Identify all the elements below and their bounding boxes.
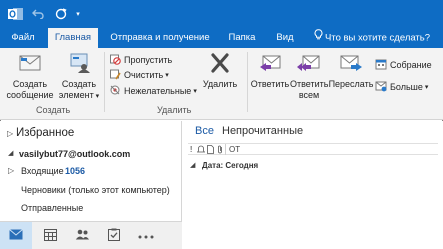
from-column-header[interactable]: ОТ [229, 145, 240, 154]
chevron-down-icon: ◢ [190, 162, 196, 169]
delete-label: Удалить [202, 79, 238, 89]
reply-label: Ответить [250, 79, 290, 89]
reminder-column-icon[interactable] [196, 145, 206, 156]
new-message-label-2: сообщение [6, 90, 54, 100]
filter-all[interactable]: Все [195, 125, 214, 137]
clean-up-label: Очистить [124, 69, 164, 80]
sync-icon[interactable] [50, 5, 72, 23]
sent-label: Отправленные [21, 203, 84, 213]
outlook-logo-icon [6, 5, 26, 23]
undo-icon[interactable] [28, 5, 48, 23]
people-icon [75, 229, 90, 242]
favorites-label: Избранное [16, 127, 75, 139]
favorites-header[interactable]: ▷ Избранное [0, 127, 182, 143]
drafts-label: Черновики (только этот компьютер) [21, 185, 170, 195]
delete-x-icon [198, 52, 242, 77]
new-items-label-1: Создать [61, 79, 97, 89]
delete-button[interactable]: Удалить [198, 52, 242, 90]
ignore-icon [109, 53, 124, 67]
date-group-header[interactable]: ◢ Дата: Сегодня [187, 160, 439, 172]
mail-icon [9, 229, 23, 242]
customize-qat-icon[interactable]: ▾ [72, 5, 84, 23]
type-column-icon[interactable] [207, 145, 214, 156]
ribbon: Создать сообщение Создать элемент ▾ Созд… [0, 48, 443, 120]
tab-folder[interactable]: Папка [222, 28, 262, 48]
calendar-icon [43, 228, 57, 243]
chevron-right-icon: ▷ [7, 129, 14, 138]
tab-view[interactable]: Вид [270, 28, 300, 48]
folder-inbox[interactable]: ▷ Входящие 1056 [0, 165, 182, 179]
message-list-pane: Все Непрочитанные ! ОТ ◢ Дата: Сегодня [183, 121, 443, 249]
folder-drafts[interactable]: Черновики (только этот компьютер) [0, 184, 182, 198]
group-label-delete: Удалить [157, 105, 192, 115]
reply-all-label-1: Ответить [290, 79, 329, 89]
group-label-create: Создать [36, 105, 71, 115]
title-bar: ▾ [0, 0, 443, 28]
module-nav-bar [0, 221, 182, 249]
reply-button[interactable]: Ответить [250, 52, 290, 90]
chevron-right-icon: ▷ [8, 166, 15, 175]
folder-sent[interactable]: Отправленные [0, 202, 182, 216]
chevron-down-icon: ▾ [193, 87, 197, 95]
tell-me-box[interactable]: Что вы хотите сделать? [314, 28, 430, 48]
junk-icon [109, 84, 124, 98]
forward-icon [328, 52, 374, 77]
tell-me-label: Что вы хотите сделать? [325, 32, 431, 44]
new-items-label-2: элемент [58, 90, 94, 100]
ellipsis-icon [138, 231, 154, 241]
column-header-row: ! ОТ [188, 143, 438, 155]
ignore-button[interactable]: Пропустить [109, 52, 172, 67]
group-separator [247, 52, 248, 112]
junk-button[interactable]: Нежелательные ▾ [109, 83, 197, 98]
reply-all-label-2: всем [298, 90, 320, 100]
chevron-down-icon: ▾ [424, 83, 429, 91]
calendar-nav-button[interactable] [34, 222, 66, 249]
new-email-icon [5, 52, 55, 77]
meeting-label: Собрание [390, 59, 432, 70]
ribbon-tabs: Файл Главная Отправка и получение Папка … [0, 28, 443, 49]
filter-unread[interactable]: Непрочитанные [222, 125, 303, 137]
forward-label: Переслать [328, 79, 374, 89]
more-label: Больше [390, 81, 423, 92]
new-message-label-1: Создать [12, 79, 48, 89]
lightbulb-icon [314, 28, 323, 48]
tab-home[interactable]: Главная [48, 28, 98, 49]
inbox-unread-count: 1056 [65, 166, 86, 176]
more-apps-button[interactable] [130, 222, 162, 249]
forward-button[interactable]: Переслать [328, 52, 374, 90]
reply-icon [250, 52, 290, 77]
junk-label: Нежелательные [124, 85, 192, 96]
column-divider [225, 144, 226, 155]
importance-column-icon[interactable]: ! [190, 145, 192, 154]
meeting-icon [375, 58, 390, 72]
tasks-nav-button[interactable] [98, 222, 130, 249]
tab-send-receive[interactable]: Отправка и получение [104, 28, 216, 48]
more-icon [375, 80, 390, 94]
account-label: vasilybut77@outlook.com [19, 149, 131, 159]
date-group-label: Дата: Сегодня [202, 161, 259, 170]
clean-up-button[interactable]: Очистить ▾ [109, 67, 169, 82]
more-button[interactable]: Больше ▾ [375, 79, 428, 94]
chevron-down-icon: ▾ [93, 93, 100, 100]
people-nav-button[interactable] [66, 222, 98, 249]
account-header[interactable]: ◢ vasilybut77@outlook.com [0, 148, 182, 162]
inbox-label: Входящие [21, 166, 64, 176]
reply-all-button[interactable]: Ответить всем [290, 52, 328, 101]
chevron-down-icon: ◢ [8, 150, 14, 157]
new-items-button[interactable]: Создать элемент ▾ [56, 52, 102, 102]
clean-up-icon [109, 68, 124, 82]
reply-all-icon [290, 52, 328, 77]
chevron-down-icon: ▾ [165, 71, 169, 79]
new-message-button[interactable]: Создать сообщение [5, 52, 55, 101]
mail-nav-button[interactable] [0, 222, 32, 249]
tasks-icon [108, 228, 120, 243]
attachment-column-icon[interactable] [217, 145, 224, 156]
group-separator [104, 52, 105, 112]
meeting-button[interactable]: Собрание [375, 57, 432, 72]
new-items-icon [56, 52, 102, 77]
tab-file[interactable]: Файл [6, 28, 40, 48]
ignore-label: Пропустить [124, 54, 173, 65]
folder-pane: ▷ Избранное ◢ vasilybut77@outlook.com ▷ … [0, 121, 182, 221]
